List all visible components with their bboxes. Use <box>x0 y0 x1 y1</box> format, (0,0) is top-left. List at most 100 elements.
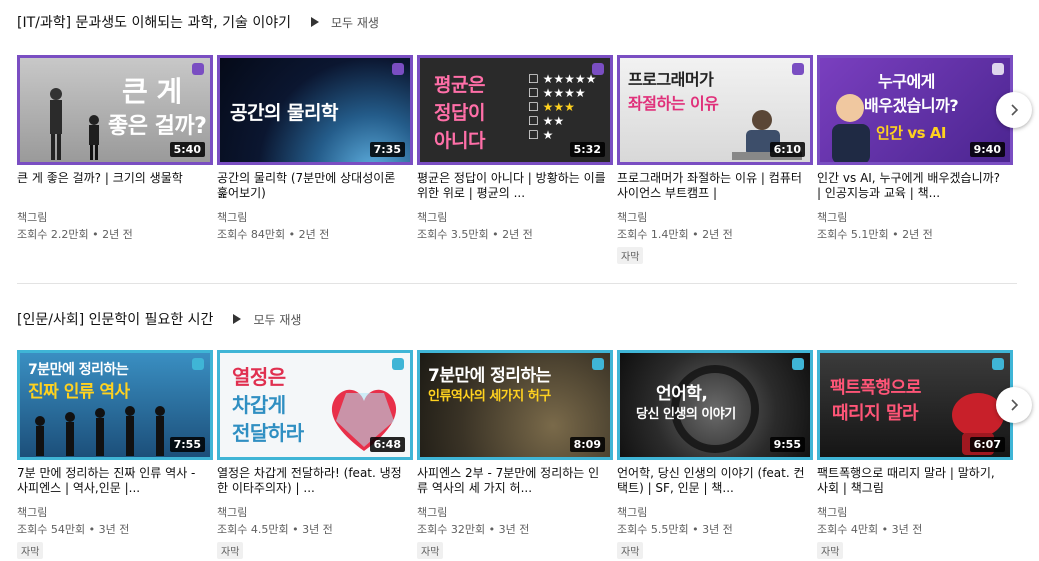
thumbnail-text: 언어학, <box>656 384 708 404</box>
video-title[interactable]: 인간 vs AI, 누구에게 배우겠습니까? | 인공지능과 교육 | 책... <box>817 171 1007 201</box>
rating-stars-icon: ☐ ★★★★★ ☐ ★★★★ ☐ ★★★ ☐ ★★ ☐ ★ <box>528 72 597 142</box>
thumbnail-text: 인류역사의 세가지 허구 <box>428 389 551 404</box>
thumbnail-text: 전달하라 <box>232 421 304 445</box>
chevron-right-icon <box>1011 399 1019 411</box>
thumbnail-text: 열정은 <box>232 365 286 389</box>
video-thumbnail[interactable]: 큰 게 좋은 걸까? 5:40 <box>17 55 213 165</box>
channel-name[interactable]: 책그림 <box>417 504 447 520</box>
channel-name[interactable]: 책그림 <box>17 209 47 225</box>
channel-name[interactable]: 책그림 <box>217 209 247 225</box>
video-thumbnail[interactable]: 평균은 정답이 아니다 ☐ ★★★★★ ☐ ★★★★ ☐ ★★★ ☐ ★★ ☐ … <box>417 55 613 165</box>
channel-name[interactable]: 책그림 <box>217 504 247 520</box>
next-arrow-button[interactable] <box>996 92 1032 128</box>
video-meta: 조회수 84만회 • 2년 전 <box>217 228 330 241</box>
thumbnail-text: 배우겠습니까? <box>864 96 959 115</box>
play-all-button[interactable]: 모두 재생 <box>310 14 379 31</box>
subtitles-badge: 자막 <box>617 542 644 559</box>
video-meta: 조회수 32만회 • 3년 전 <box>417 523 530 536</box>
thumbnail-text: 때리지 말라 <box>832 403 919 424</box>
short-person-figure <box>89 115 99 160</box>
subtitles-badge: 자막 <box>417 542 444 559</box>
duration-badge: 9:40 <box>969 142 1005 157</box>
video-meta: 조회수 5.5만회 • 3년 전 <box>617 523 733 536</box>
video-meta: 조회수 3.5만회 • 2년 전 <box>417 228 533 241</box>
channel-logo-icon <box>792 358 804 370</box>
channel-name[interactable]: 책그림 <box>817 504 847 520</box>
channel-name[interactable]: 책그림 <box>817 209 847 225</box>
video-meta: 조회수 5.1만회 • 2년 전 <box>817 228 933 241</box>
video-thumbnail[interactable]: 공간의 물리학 7:35 <box>217 55 413 165</box>
video-thumbnail[interactable]: 7분만에 정리하는 인류역사의 세가지 허구 8:09 <box>417 350 613 460</box>
play-all-button[interactable]: 모두 재생 <box>233 311 301 328</box>
video-thumbnail[interactable]: 프로그래머가 좌절하는 이유 6:10 <box>617 55 813 165</box>
video-thumbnail[interactable]: 누구에게 배우겠습니까? 인간 vs AI 9:40 <box>817 55 1013 165</box>
play-all-label: 모두 재생 <box>330 15 379 30</box>
channel-logo-icon <box>592 358 604 370</box>
video-thumbnail[interactable]: 언어학, 당신 인생의 이야기 9:55 <box>617 350 813 460</box>
video-title[interactable]: 언어학, 당신 인생의 이야기 (feat. 컨택트) | SF, 인문 | 책… <box>617 466 807 496</box>
thumbnail-text: 7분만에 정리하는 <box>428 366 551 386</box>
chevron-right-icon <box>1011 104 1019 116</box>
channel-name[interactable]: 책그림 <box>417 209 447 225</box>
thumbnail-text: 공간의 물리학 <box>230 102 339 124</box>
shelf-title[interactable]: [인문/사회] 인문학이 필요한 시간 <box>17 309 213 329</box>
channel-logo-icon <box>192 358 204 370</box>
video-title[interactable]: 평균은 정답이 아니다 | 방황하는 이를 위한 위로 | 평균의 ... <box>417 171 607 201</box>
video-meta: 조회수 2.2만회 • 2년 전 <box>17 228 133 241</box>
thumbnail-text: 누구에게 <box>878 72 935 91</box>
video-title[interactable]: 사피엔스 2부 - 7분만에 정리하는 인류 역사의 세 가지 허... <box>417 466 607 496</box>
tall-person-figure <box>50 88 62 160</box>
duration-badge: 5:32 <box>569 142 605 157</box>
duration-badge: 8:09 <box>569 437 605 452</box>
thumbnail-text: 7분만에 정리하는 <box>28 362 129 378</box>
video-row: 큰 게 좋은 걸까? 5:40 큰 게 좋은 걸까? | 크기의 생물학 책그림… <box>17 55 1017 275</box>
thumbnail-text: 큰 게 <box>122 75 182 108</box>
shelf-humanities: [인문/사회] 인문학이 필요한 시간 모두 재생 7분만에 정리하는 진짜 인… <box>0 308 1039 561</box>
duration-badge: 9:55 <box>769 437 805 452</box>
thumbnail-text: 프로그래머가 <box>628 70 714 89</box>
duration-badge: 7:35 <box>369 142 405 157</box>
channel-logo-icon <box>392 358 404 370</box>
shelf-divider <box>17 283 1017 284</box>
video-thumbnail[interactable]: 7분만에 정리하는 진짜 인류 역사 7:55 <box>17 350 213 460</box>
play-icon <box>233 314 242 324</box>
thumbnail-text: 좋은 걸까? <box>108 114 207 139</box>
video-thumbnail[interactable]: 열정은 차갑게 전달하라 6:48 <box>217 350 413 460</box>
video-title[interactable]: 공간의 물리학 (7분만에 상대성이론 훑어보기) <box>217 171 407 201</box>
video-title[interactable]: 팩트폭행으로 때리지 말라 | 말하기, 사회 | 책그림 <box>817 466 1007 496</box>
duration-badge: 6:48 <box>369 437 405 452</box>
channel-logo-icon <box>992 358 1004 370</box>
next-arrow-button[interactable] <box>996 387 1032 423</box>
video-thumbnail[interactable]: 팩트폭행으로 때리지 말라 6:07 <box>817 350 1013 460</box>
channel-logo-icon <box>992 63 1004 75</box>
duration-badge: 7:55 <box>169 437 205 452</box>
video-meta: 조회수 54만회 • 3년 전 <box>17 523 130 536</box>
duration-badge: 6:07 <box>969 437 1005 452</box>
thumbnail-text: 인간 vs AI <box>876 124 946 142</box>
video-title[interactable]: 큰 게 좋은 걸까? | 크기의 생물학 <box>17 171 207 201</box>
channel-name[interactable]: 책그림 <box>617 504 647 520</box>
channel-logo-icon <box>192 63 204 75</box>
channel-logo-icon <box>792 63 804 75</box>
subtitles-badge: 자막 <box>217 542 244 559</box>
play-all-label: 모두 재생 <box>253 312 302 327</box>
thumbnail-text: 진짜 인류 역사 <box>28 382 130 402</box>
thumbnail-text: 차갑게 <box>232 393 286 417</box>
thumbnail-text: 좌절하는 이유 <box>628 94 719 113</box>
video-title[interactable]: 프로그래머가 좌절하는 이유 | 컴퓨터 사이언스 부트캠프 | <box>617 171 807 201</box>
shelf-it-science: [IT/과학] 문과생도 이해되는 과학, 기술 이야기 모두 재생 큰 게 좋… <box>0 11 1039 281</box>
video-meta: 조회수 4만회 • 3년 전 <box>817 523 923 536</box>
channel-name[interactable]: 책그림 <box>617 209 647 225</box>
subtitles-badge: 자막 <box>17 542 44 559</box>
thumbnail-text: 정답이 <box>434 102 485 124</box>
shelf-title[interactable]: [IT/과학] 문과생도 이해되는 과학, 기술 이야기 <box>17 12 291 32</box>
video-title[interactable]: 7분 만에 정리하는 진짜 인류 역사 - 사피엔스 | 역사,인문 |... <box>17 466 207 496</box>
subtitles-badge: 자막 <box>817 542 844 559</box>
channel-name[interactable]: 책그림 <box>17 504 47 520</box>
video-title[interactable]: 열정은 차갑게 전달하라! (feat. 냉정한 이타주의자) | ... <box>217 466 407 496</box>
shelf-header: [IT/과학] 문과생도 이해되는 과학, 기술 이야기 모두 재생 <box>17 11 379 33</box>
thumbnail-text: 아니다 <box>434 130 485 152</box>
duration-badge: 5:40 <box>169 142 205 157</box>
thumbnail-text: 팩트폭행으로 <box>830 378 921 398</box>
play-icon <box>310 17 319 27</box>
